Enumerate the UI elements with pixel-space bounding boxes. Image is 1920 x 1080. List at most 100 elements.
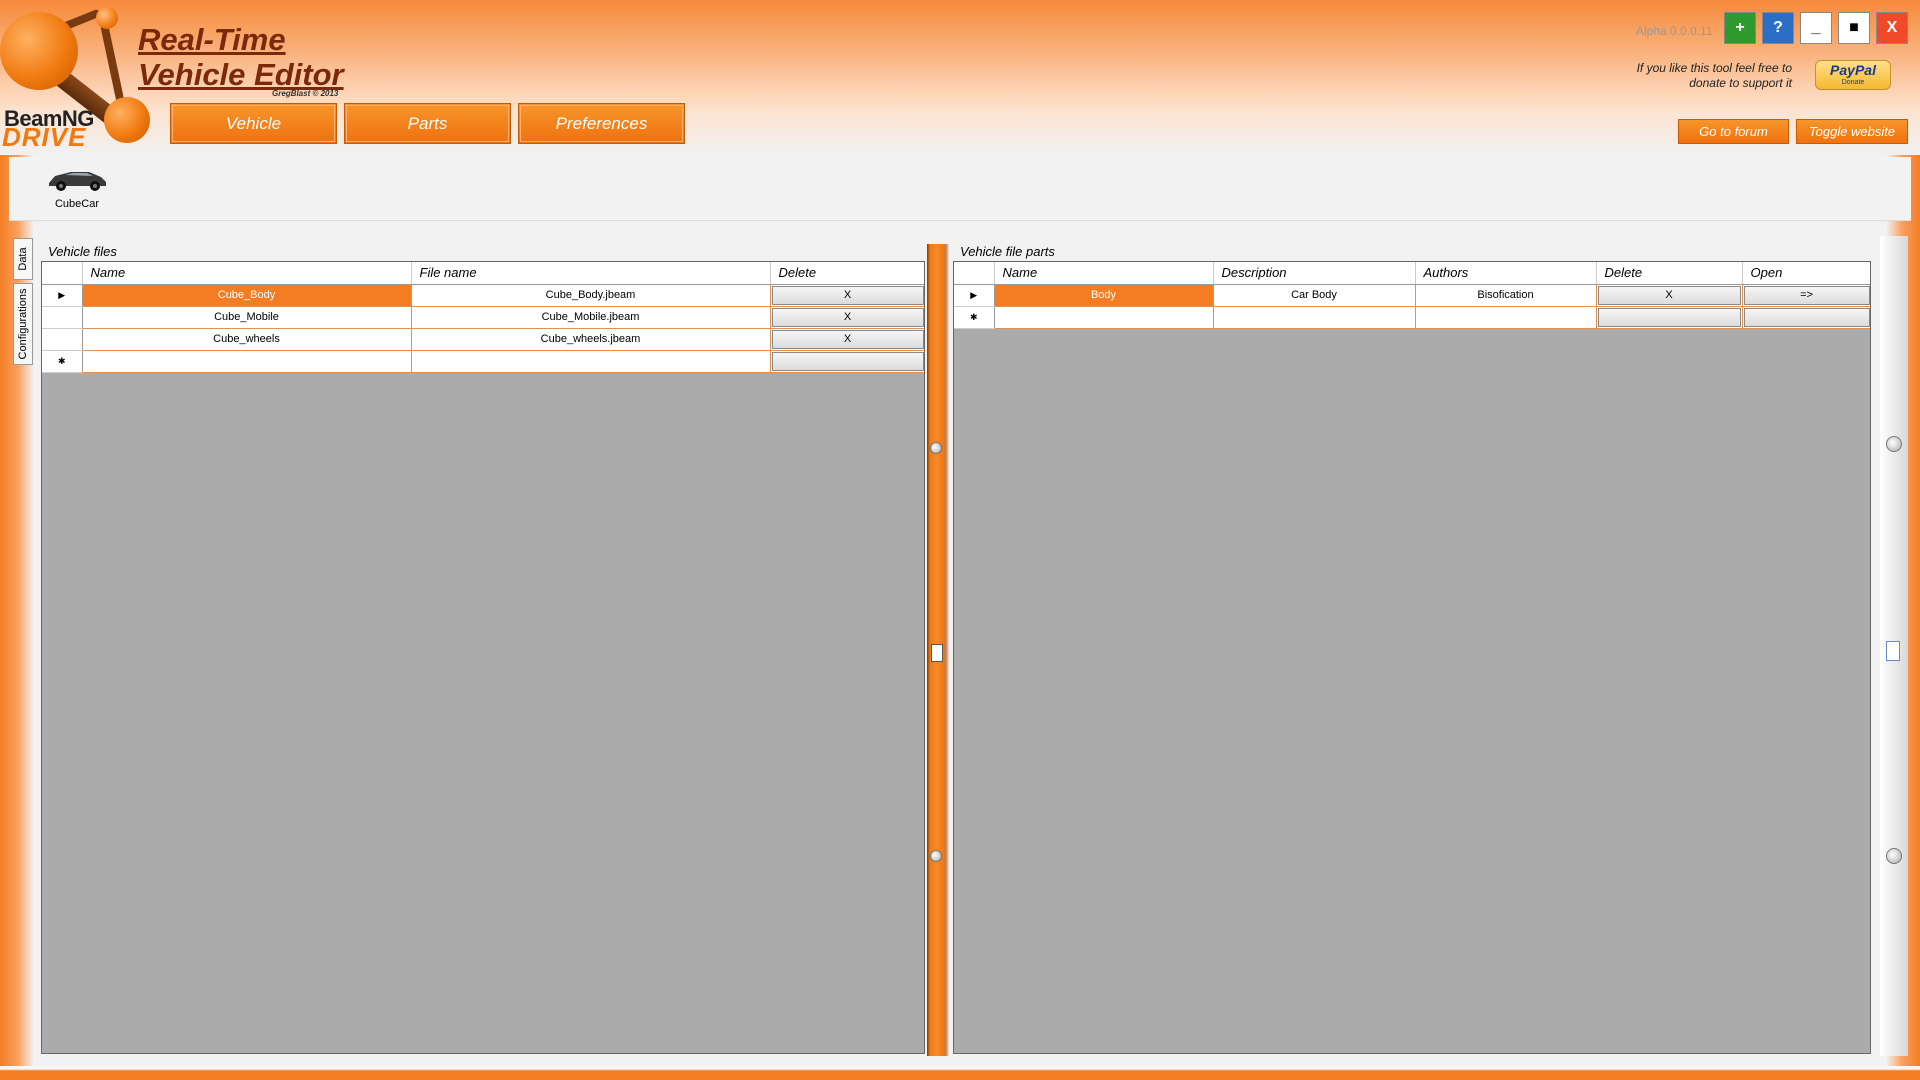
vehicle-label: CubeCar: [54, 198, 100, 210]
table-row[interactable]: ▶ Cube_Body Cube_Body.jbeam X: [42, 284, 924, 307]
column-header-file-name[interactable]: File name: [411, 262, 771, 285]
delete-row-button[interactable]: X: [771, 329, 924, 349]
new-row[interactable]: ✱: [954, 306, 1870, 329]
cell-file-name[interactable]: [411, 350, 771, 373]
column-header-delete[interactable]: Delete: [770, 262, 924, 285]
help-button[interactable]: ?: [1762, 12, 1794, 44]
nav-parts-button[interactable]: Parts: [344, 103, 511, 144]
minimize-button[interactable]: _: [1800, 12, 1832, 44]
grip-icon[interactable]: [1886, 436, 1902, 452]
current-row-indicator[interactable]: ▶: [954, 284, 995, 307]
tab-configurations-label: Configurations: [17, 288, 29, 360]
table-header-row: Name Description Authors Delete Open: [954, 262, 1870, 285]
splitter-handle[interactable]: [931, 644, 943, 662]
vehicle-files-grid: Name File name Delete ▶ Cube_Body Cube_B…: [41, 261, 925, 1054]
cell-name[interactable]: [994, 306, 1214, 329]
nav-preferences-button[interactable]: Preferences: [518, 103, 685, 144]
version-label: Alpha 0.0.0.11: [1636, 24, 1713, 38]
row-header-corner: [42, 262, 83, 285]
delete-row-button[interactable]: [771, 351, 924, 371]
tab-data[interactable]: Data: [13, 238, 33, 280]
cell-file-name[interactable]: Cube_Body.jbeam: [411, 284, 771, 307]
new-row-indicator[interactable]: ✱: [42, 350, 83, 373]
vehicle-item-cubecar[interactable]: CubeCar: [33, 163, 121, 210]
paypal-label: PayPal: [1830, 62, 1876, 78]
cell-name[interactable]: Body: [994, 284, 1214, 307]
cell-description[interactable]: Car Body: [1213, 284, 1416, 307]
row-header[interactable]: [42, 328, 83, 351]
row-header-corner: [954, 262, 995, 285]
app-title-line1: Real-Time: [138, 22, 286, 57]
go-to-forum-button[interactable]: Go to forum: [1678, 119, 1789, 144]
add-button[interactable]: +: [1724, 12, 1756, 44]
header: BeamNG DRIVE Real-Time Vehicle Editor Gr…: [0, 0, 1920, 155]
column-header-name[interactable]: Name: [994, 262, 1214, 285]
cell-authors[interactable]: Bisofication: [1415, 284, 1597, 307]
close-button[interactable]: X: [1876, 12, 1908, 44]
toggle-website-button[interactable]: Toggle website: [1796, 119, 1908, 144]
cell-delete: X: [770, 284, 924, 307]
table-row[interactable]: Cube_Mobile Cube_Mobile.jbeam X: [42, 306, 924, 329]
bottom-border: [0, 1066, 1920, 1080]
cell-description[interactable]: [1213, 306, 1416, 329]
delete-row-button[interactable]: X: [771, 285, 924, 305]
logo-ball: [0, 12, 78, 90]
app-credit: GregBlast © 2013: [272, 89, 339, 98]
delete-part-button[interactable]: X: [1597, 285, 1741, 305]
paypal-sub-label: Donate: [1841, 79, 1865, 86]
brand-subtitle: DRIVE: [2, 122, 87, 152]
grip-icon[interactable]: [930, 442, 942, 454]
open-part-button[interactable]: [1743, 307, 1870, 327]
maximize-button[interactable]: ■: [1838, 12, 1870, 44]
vehicle-strip: CubeCar: [9, 157, 1911, 221]
grip-icon[interactable]: [1886, 848, 1902, 864]
cell-delete: [770, 350, 924, 373]
vehicle-file-parts-title: Vehicle file parts: [960, 244, 1055, 259]
delete-row-button[interactable]: X: [771, 307, 924, 327]
car-icon: [49, 172, 106, 191]
cell-name[interactable]: Cube_Body: [82, 284, 412, 307]
row-header[interactable]: [42, 306, 83, 329]
vehicle-files-title: Vehicle files: [48, 244, 117, 259]
cell-delete: [1596, 306, 1743, 329]
vehicle-file-parts-grid: Name Description Authors Delete Open ▶ B…: [953, 261, 1871, 1054]
table-header-row: Name File name Delete: [42, 262, 924, 285]
table-row[interactable]: ▶ Body Car Body Bisofication X =>: [954, 284, 1870, 307]
cell-name[interactable]: [82, 350, 412, 373]
cell-file-name[interactable]: Cube_Mobile.jbeam: [411, 306, 771, 329]
delete-part-button[interactable]: [1597, 307, 1741, 327]
cell-file-name[interactable]: Cube_wheels.jbeam: [411, 328, 771, 351]
grip-icon[interactable]: [930, 850, 942, 862]
right-panel-splitter[interactable]: [1880, 236, 1908, 1056]
cell-name[interactable]: Cube_wheels: [82, 328, 412, 351]
open-part-button[interactable]: =>: [1743, 285, 1870, 305]
cell-name[interactable]: Cube_Mobile: [82, 306, 412, 329]
column-header-delete[interactable]: Delete: [1596, 262, 1743, 285]
cell-open: =>: [1742, 284, 1870, 307]
column-header-authors[interactable]: Authors: [1415, 262, 1597, 285]
tab-data-label: Data: [17, 247, 29, 271]
logo-ball: [96, 7, 118, 29]
column-header-name[interactable]: Name: [82, 262, 412, 285]
column-header-open[interactable]: Open: [1742, 262, 1870, 285]
vehicle-file-parts-table: Name Description Authors Delete Open ▶ B…: [954, 262, 1870, 329]
cell-open: [1742, 306, 1870, 329]
cell-delete: X: [770, 306, 924, 329]
donate-text: If you like this tool feel free to donat…: [1636, 61, 1792, 90]
tab-configurations[interactable]: Configurations: [13, 283, 33, 365]
paypal-donate-button[interactable]: PayPal Donate: [1815, 60, 1891, 90]
app-title-line2: Vehicle Editor: [138, 57, 344, 92]
vehicle-files-table: Name File name Delete ▶ Cube_Body Cube_B…: [42, 262, 924, 373]
nav-vehicle-button[interactable]: Vehicle: [170, 103, 337, 144]
cell-delete: X: [770, 328, 924, 351]
column-header-description[interactable]: Description: [1213, 262, 1416, 285]
cell-authors[interactable]: [1415, 306, 1597, 329]
new-row[interactable]: ✱: [42, 350, 924, 373]
panel-splitter[interactable]: [927, 244, 949, 1056]
expand-panel-handle[interactable]: [1886, 641, 1900, 661]
new-row-indicator[interactable]: ✱: [954, 306, 995, 329]
cell-delete: X: [1596, 284, 1743, 307]
table-row[interactable]: Cube_wheels Cube_wheels.jbeam X: [42, 328, 924, 351]
logo-ball: [104, 97, 150, 143]
current-row-indicator[interactable]: ▶: [42, 284, 83, 307]
